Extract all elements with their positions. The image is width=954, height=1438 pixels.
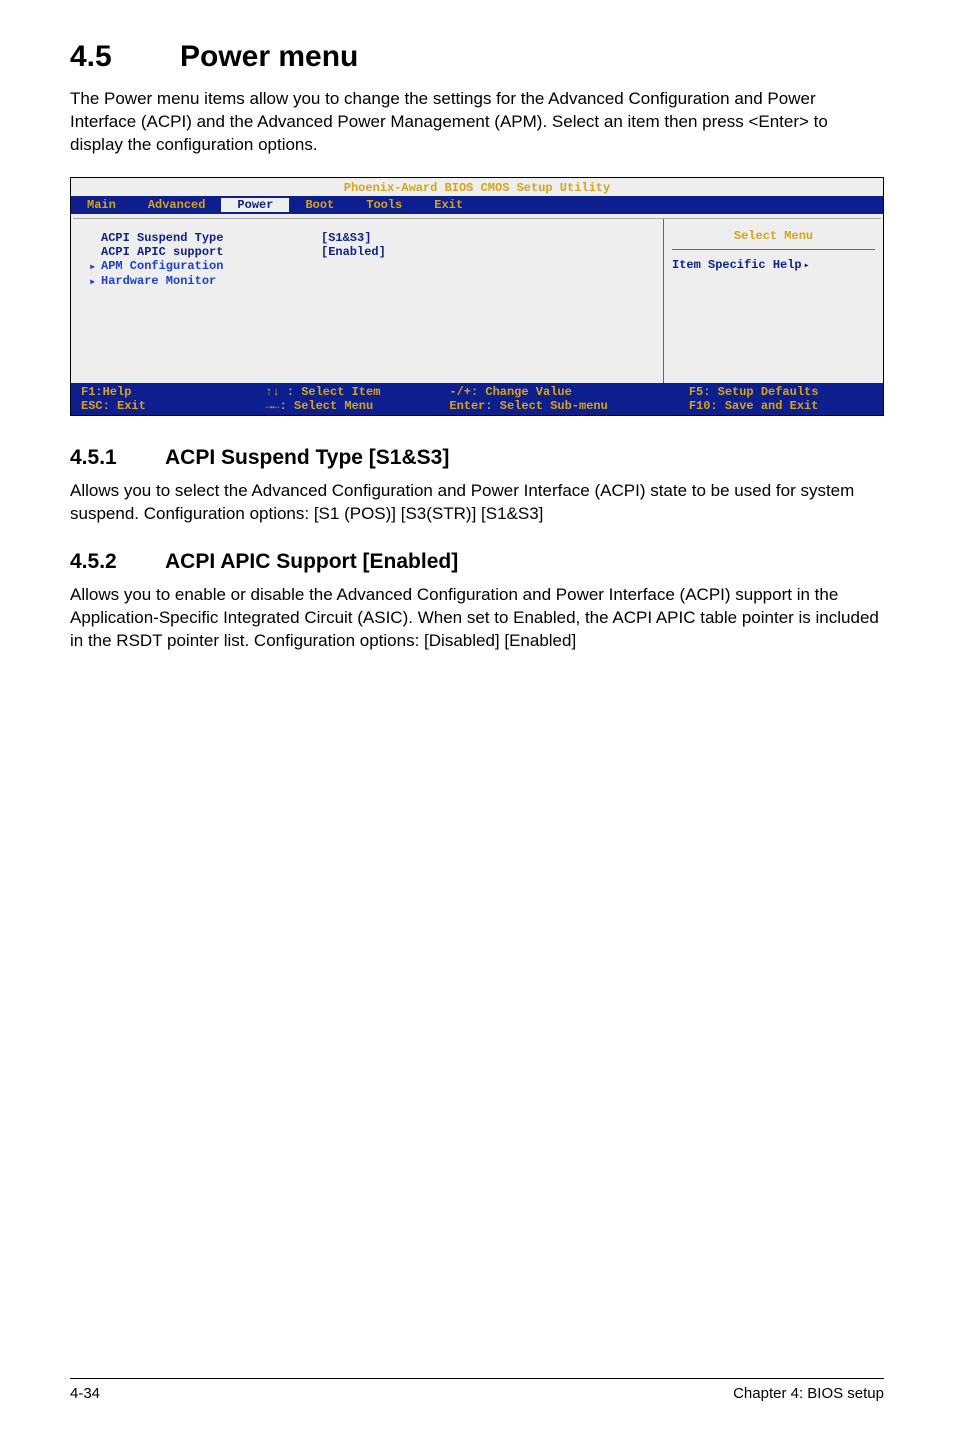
subsection-number: 4.5.1 bbox=[70, 446, 165, 470]
bios-menubar: Main Advanced Power Boot Tools Exit bbox=[71, 196, 883, 214]
setting-label: Hardware Monitor bbox=[101, 274, 321, 289]
spacer bbox=[89, 231, 101, 245]
subsection-451-body: Allows you to select the Advanced Config… bbox=[70, 480, 884, 526]
bios-screenshot: Phoenix-Award BIOS CMOS Setup Utility Ma… bbox=[70, 177, 884, 416]
submenu-arrow-icon: ▸ bbox=[89, 274, 101, 289]
section-title: Power menu bbox=[180, 40, 358, 73]
footer-col4: F5: Setup Defaults F10: Save and Exit bbox=[689, 385, 873, 413]
bios-help-panel: Select Menu Item Specific Help bbox=[663, 219, 883, 383]
footer-col3: -/+: Change Value Enter: Select Sub-menu bbox=[449, 385, 688, 413]
setting-label: ACPI Suspend Type bbox=[101, 231, 321, 245]
subsection-number: 4.5.2 bbox=[70, 550, 165, 574]
page-number: 4-34 bbox=[70, 1385, 100, 1402]
setting-label: ACPI APIC support bbox=[101, 245, 321, 259]
page-footer: 4-34 Chapter 4: BIOS setup bbox=[70, 1378, 884, 1402]
bios-tab-boot[interactable]: Boot bbox=[289, 198, 350, 212]
bios-tab-power[interactable]: Power bbox=[221, 198, 289, 212]
bios-tab-tools[interactable]: Tools bbox=[350, 198, 418, 212]
submenu-arrow-icon: ▸ bbox=[89, 259, 101, 274]
subsection-title: ACPI APIC Support [Enabled] bbox=[165, 550, 458, 573]
section-number: 4.5 bbox=[70, 40, 180, 74]
bios-row-hardware-monitor[interactable]: ▸ Hardware Monitor bbox=[89, 274, 651, 289]
bios-settings-panel: ACPI Suspend Type [S1&S3] ACPI APIC supp… bbox=[71, 219, 663, 383]
subsection-452-body: Allows you to enable or disable the Adva… bbox=[70, 584, 884, 653]
bios-tab-main[interactable]: Main bbox=[71, 198, 132, 212]
bios-title: Phoenix-Award BIOS CMOS Setup Utility bbox=[71, 178, 883, 196]
bios-footer: F1:Help ESC: Exit ↑↓ : Select Item →←: S… bbox=[71, 383, 883, 415]
bios-row-apm-config[interactable]: ▸ APM Configuration bbox=[89, 259, 651, 274]
spacer bbox=[89, 245, 101, 259]
bios-help-text: Item Specific Help bbox=[672, 258, 875, 272]
setting-value: [S1&S3] bbox=[321, 231, 371, 245]
bios-row-acpi-suspend[interactable]: ACPI Suspend Type [S1&S3] bbox=[89, 231, 651, 245]
subsection-452-heading: 4.5.2ACPI APIC Support [Enabled] bbox=[70, 550, 884, 574]
bios-row-acpi-apic[interactable]: ACPI APIC support [Enabled] bbox=[89, 245, 651, 259]
bios-body: ACPI Suspend Type [S1&S3] ACPI APIC supp… bbox=[71, 219, 883, 383]
intro-paragraph: The Power menu items allow you to change… bbox=[70, 88, 884, 157]
bios-tab-advanced[interactable]: Advanced bbox=[132, 198, 222, 212]
chapter-label: Chapter 4: BIOS setup bbox=[733, 1385, 884, 1402]
setting-value: [Enabled] bbox=[321, 245, 386, 259]
bios-help-title: Select Menu bbox=[672, 229, 875, 250]
section-heading: 4.5Power menu bbox=[70, 40, 884, 74]
footer-col1: F1:Help ESC: Exit bbox=[81, 385, 265, 413]
subsection-451-heading: 4.5.1ACPI Suspend Type [S1&S3] bbox=[70, 446, 884, 470]
subsection-title: ACPI Suspend Type [S1&S3] bbox=[165, 446, 449, 469]
setting-label: APM Configuration bbox=[101, 259, 321, 274]
footer-col2: ↑↓ : Select Item →←: Select Menu bbox=[265, 385, 449, 413]
bios-tab-exit[interactable]: Exit bbox=[418, 198, 479, 212]
